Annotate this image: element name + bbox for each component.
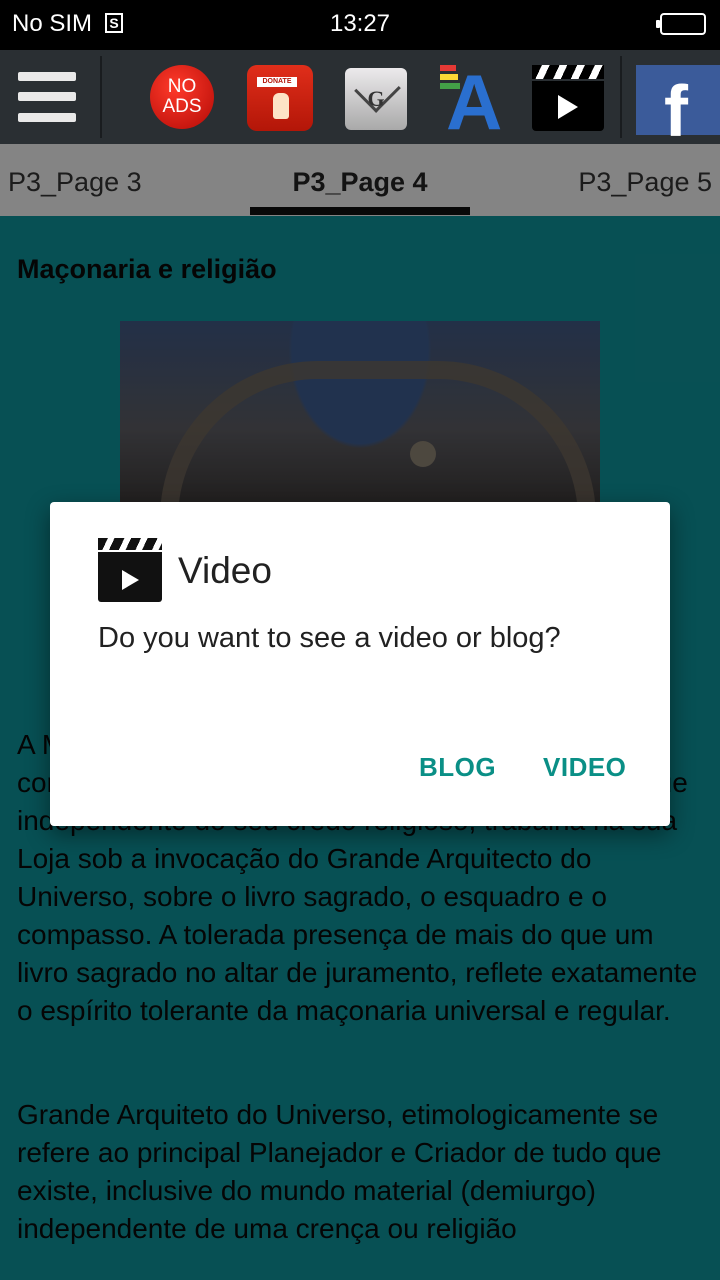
video-button[interactable]: VIDEO [543, 752, 626, 783]
toolbar-divider [100, 56, 102, 138]
freemasonry-letter: G [367, 86, 385, 111]
facebook-letter: f [664, 72, 688, 152]
donate-icon: DONATE [247, 65, 313, 131]
dialog-title: Video [178, 550, 272, 591]
menu-icon[interactable] [0, 50, 100, 144]
status-bar: No SIM S 13:27 [0, 0, 720, 50]
blog-button[interactable]: BLOG [419, 752, 496, 783]
video-button[interactable] [532, 65, 604, 133]
battery-icon [656, 13, 706, 35]
no-ads-line2: ADS [162, 96, 202, 117]
clock: 13:27 [329, 10, 391, 37]
clapperboard-icon [532, 65, 604, 131]
font-letter: A [446, 58, 503, 146]
dialog-message: Do you want to see a video or blog? [98, 622, 561, 654]
video-dialog: Video Do you want to see a video or blog… [50, 502, 670, 826]
donate-label: DONATE [257, 77, 297, 87]
no-ads-button[interactable]: NO ADS [150, 65, 218, 133]
clapperboard-icon [98, 538, 162, 602]
font-size-button[interactable]: A [438, 58, 506, 146]
pointing-hand-icon [273, 93, 289, 119]
square-compass-icon: G [345, 66, 407, 130]
toolbar-divider [620, 56, 622, 138]
facebook-icon: f [636, 65, 720, 152]
donate-button[interactable]: DONATE [247, 65, 315, 133]
no-ads-line1: NO [167, 76, 197, 97]
no-ads-icon: NO ADS [150, 65, 214, 129]
freemasonry-button[interactable]: G [345, 65, 413, 133]
app-toolbar: NO ADS DONATE G A f [0, 50, 720, 152]
facebook-button[interactable]: f [636, 65, 720, 152]
